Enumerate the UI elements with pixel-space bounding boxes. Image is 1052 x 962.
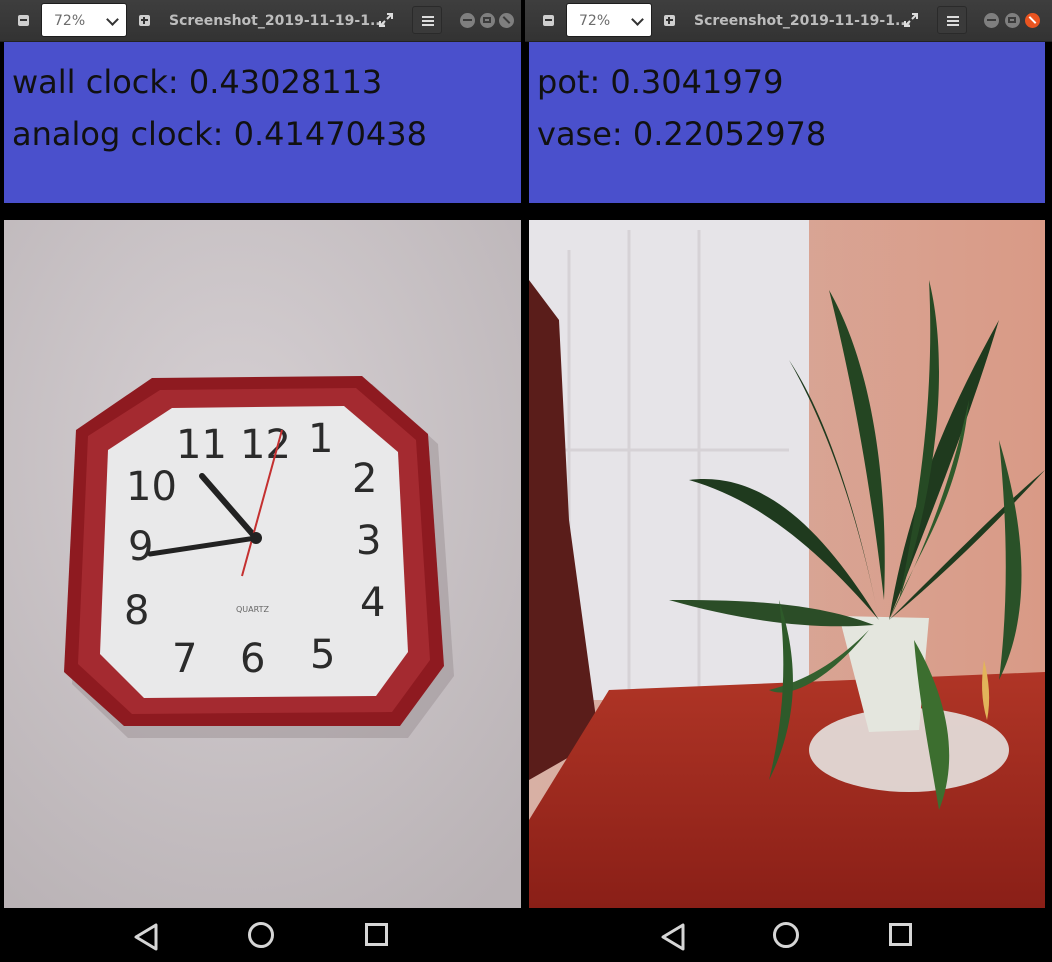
- clock-numeral: 5: [310, 632, 335, 678]
- zoom-in-button[interactable]: [131, 6, 157, 34]
- back-triangle-icon[interactable]: [132, 922, 162, 952]
- zoom-out-icon: [19, 19, 27, 21]
- menu-button[interactable]: [937, 6, 967, 34]
- clock-numeral: 2: [352, 456, 377, 502]
- result-panel: pot: 0.3041979 vase: 0.22052978: [529, 42, 1045, 203]
- window-title: Screenshot_2019-11-19-1...: [169, 13, 386, 29]
- zoom-out-button[interactable]: [10, 6, 36, 34]
- clock-numeral: 6: [240, 636, 265, 682]
- fullscreen-button[interactable]: [896, 6, 926, 34]
- minimize-icon: [463, 19, 472, 21]
- hamburger-line: [422, 20, 434, 22]
- menu-button[interactable]: [412, 6, 442, 34]
- clock-numeral: 4: [360, 580, 385, 626]
- home-circle-icon[interactable]: [773, 922, 799, 948]
- home-circle-icon[interactable]: [248, 922, 274, 948]
- clock-numeral: 1: [308, 416, 333, 462]
- clock-numeral: 7: [172, 636, 197, 682]
- zoom-level-value: 72%: [54, 13, 86, 29]
- clock-numeral: 12: [240, 422, 291, 468]
- minimize-button[interactable]: [984, 13, 999, 28]
- zoom-in-icon-vertical: [143, 16, 145, 24]
- result-panel: wall clock: 0.43028113 analog clock: 0.4…: [4, 42, 521, 203]
- phone-screen: wall clock: 0.43028113 analog clock: 0.4…: [4, 42, 521, 962]
- viewer-window-left: 72% Screenshot_2019-11-19-1... wall cloc…: [0, 0, 521, 962]
- result-line: vase: 0.22052978: [537, 115, 827, 153]
- close-icon: [502, 16, 511, 24]
- fullscreen-button[interactable]: [371, 6, 401, 34]
- camera-preview: 12 1 2 3 4 5 6 7 8 9 10 11 QUARTZ: [4, 220, 521, 908]
- zoom-level-value: 72%: [579, 13, 611, 29]
- result-line: pot: 0.3041979: [537, 63, 784, 101]
- clock-brand: QUARTZ: [236, 605, 269, 614]
- hamburger-line: [947, 24, 959, 26]
- zoom-level-select[interactable]: 72%: [566, 3, 652, 37]
- android-navbar: [529, 908, 1045, 962]
- chevron-down-icon: [631, 13, 644, 26]
- zoom-level-select[interactable]: 72%: [41, 3, 127, 37]
- android-navbar: [4, 908, 521, 962]
- maximize-button[interactable]: [480, 13, 495, 28]
- fullscreen-icon: [379, 13, 393, 27]
- chevron-down-icon: [106, 13, 119, 26]
- recents-square-icon[interactable]: [889, 923, 912, 946]
- wall-clock-photo: 12 1 2 3 4 5 6 7 8 9 10 11 QUARTZ: [4, 220, 521, 908]
- back-triangle-icon[interactable]: [659, 922, 689, 952]
- clock-numeral: 10: [126, 464, 177, 510]
- result-line: wall clock: 0.43028113: [12, 63, 383, 101]
- hamburger-line: [947, 20, 959, 22]
- close-button[interactable]: [499, 13, 514, 28]
- maximize-icon: [483, 17, 491, 23]
- minimize-button[interactable]: [460, 13, 475, 28]
- zoom-out-icon: [544, 19, 552, 21]
- recents-square-icon[interactable]: [365, 923, 388, 946]
- fullscreen-icon: [904, 13, 918, 27]
- clock-numeral: 11: [176, 422, 227, 468]
- clock-numeral: 9: [128, 524, 153, 570]
- camera-preview: [529, 220, 1045, 908]
- close-button[interactable]: [1025, 13, 1040, 28]
- titlebar: 72% Screenshot_2019-11-19-1...: [525, 0, 1052, 42]
- minimize-icon: [987, 19, 996, 21]
- titlebar: 72% Screenshot_2019-11-19-1...: [0, 0, 521, 42]
- maximize-icon: [1008, 17, 1016, 23]
- hamburger-menu-icon: [422, 16, 434, 18]
- clock-numeral: 3: [356, 518, 381, 564]
- close-icon: [1028, 16, 1037, 24]
- zoom-in-icon-vertical: [668, 16, 670, 24]
- clock-numeral: 8: [124, 588, 149, 634]
- zoom-out-button[interactable]: [535, 6, 561, 34]
- result-line: analog clock: 0.41470438: [12, 115, 427, 153]
- hamburger-menu-icon: [947, 16, 959, 18]
- maximize-button[interactable]: [1005, 13, 1020, 28]
- hamburger-line: [422, 24, 434, 26]
- zoom-in-button[interactable]: [656, 6, 682, 34]
- houseplant-photo: [529, 220, 1045, 908]
- window-title: Screenshot_2019-11-19-1...: [694, 13, 911, 29]
- phone-screen: pot: 0.3041979 vase: 0.22052978: [529, 42, 1045, 962]
- viewer-window-right: 72% Screenshot_2019-11-19-1... pot: 0.30…: [525, 0, 1052, 962]
